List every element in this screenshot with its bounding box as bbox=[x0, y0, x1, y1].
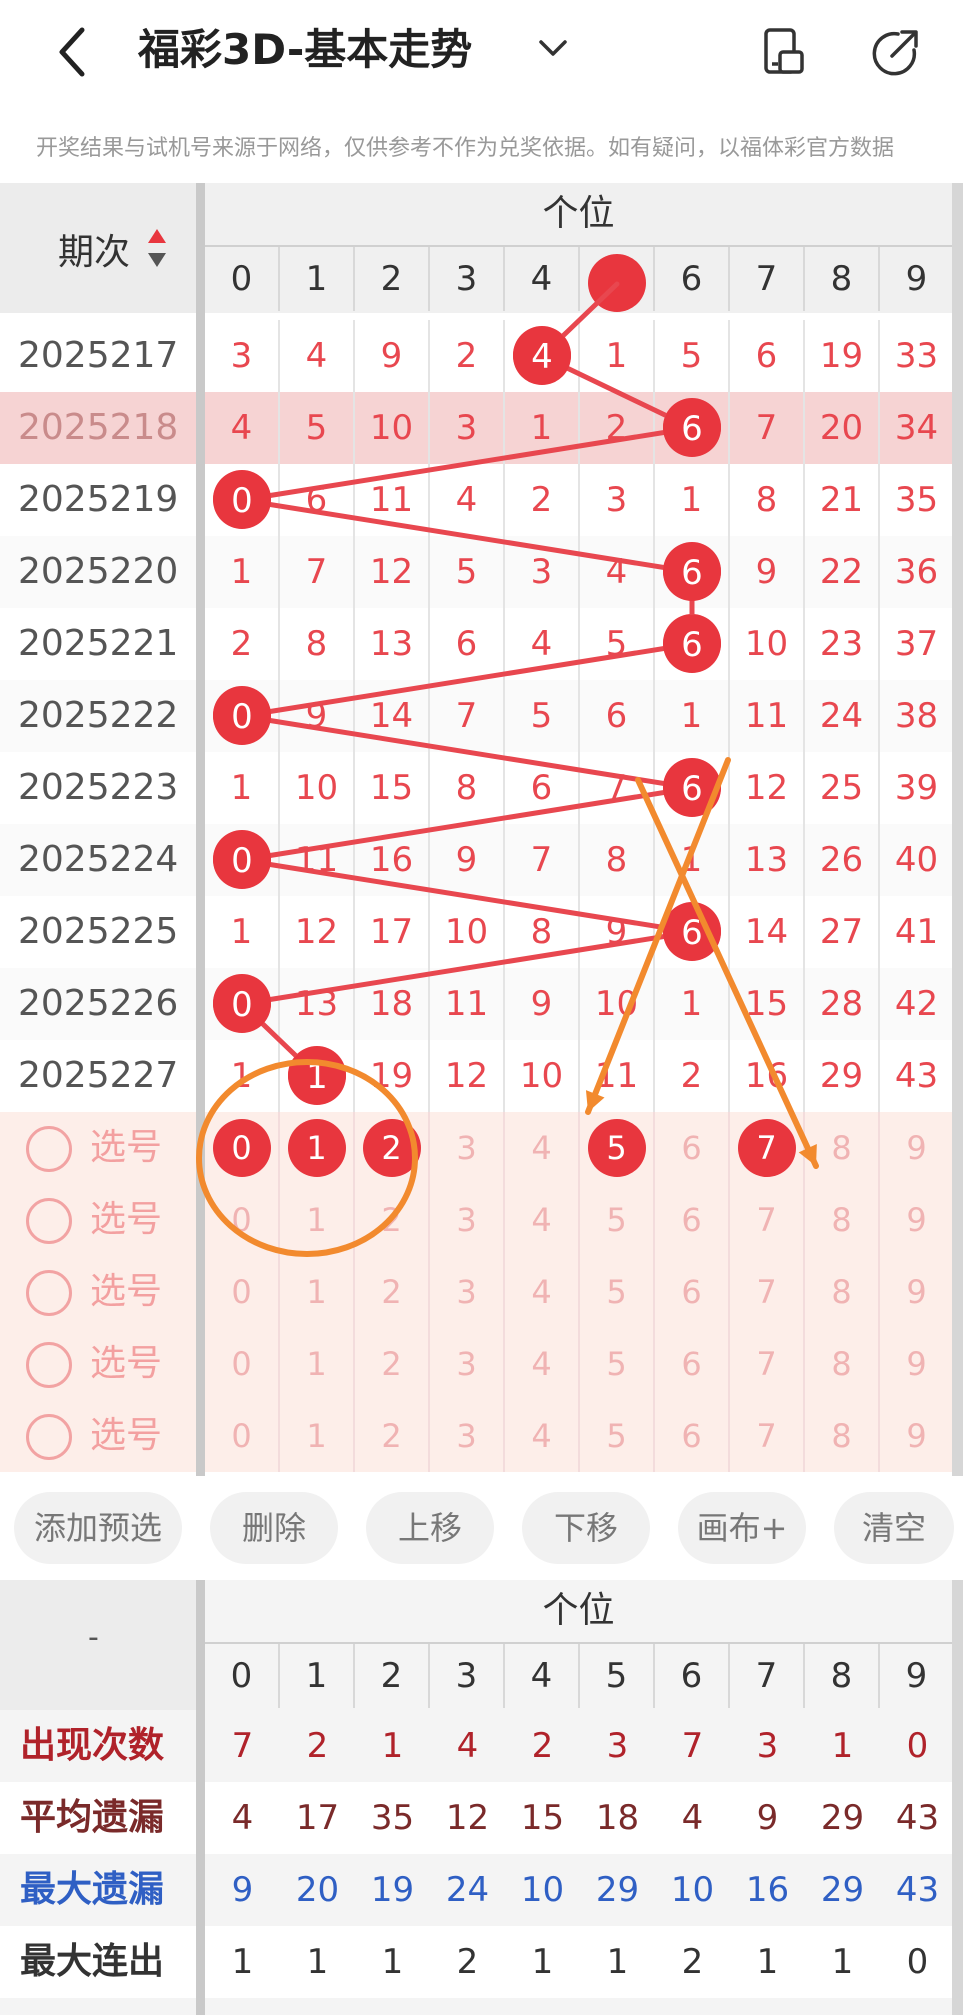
stats-row: 最大连出 1 1 1 2 1 1 2 1 1 0 bbox=[0, 1926, 963, 1998]
stats-label: 平均遗漏 bbox=[20, 1797, 165, 1838]
stats-label: 最大连出 bbox=[20, 1941, 165, 1982]
action-button-1[interactable]: 删除 bbox=[210, 1492, 338, 1564]
column-divider bbox=[196, 1580, 205, 2015]
app-header: 福彩3D-基本走势 bbox=[0, 0, 963, 110]
stats-digit-3: 3 bbox=[430, 1644, 505, 1708]
disclaimer-text: 开奖结果与试机号来源于网络，仅供参考不作为兑奖依据。如有疑问，以福体彩官方数据 bbox=[36, 136, 895, 161]
stats-cell: 0 bbox=[906, 1726, 929, 1766]
stats-cell: 29 bbox=[595, 1870, 640, 1910]
stats-cell: 7 bbox=[681, 1726, 704, 1766]
stats-cell: 16 bbox=[745, 1870, 790, 1910]
stats-cell: 20 bbox=[295, 1870, 340, 1910]
trend-line bbox=[239, 857, 695, 935]
trend-line bbox=[239, 425, 695, 503]
stats-cell: 2 bbox=[306, 1726, 329, 1766]
stats-cell: 1 bbox=[381, 1726, 404, 1766]
stats-row: 平均遗漏 4 17 35 12 15 18 4 9 29 43 bbox=[0, 1782, 963, 1854]
stats-cell: 18 bbox=[595, 1798, 640, 1838]
trend-line bbox=[239, 713, 695, 791]
stats-cell: 35 bbox=[370, 1798, 415, 1838]
stats-corner-label: - bbox=[88, 1620, 99, 1655]
stats-cell: 15 bbox=[520, 1798, 565, 1838]
dropdown-chevron-icon[interactable] bbox=[535, 30, 571, 66]
hit-number-overlay: 6 bbox=[681, 769, 703, 809]
stats-cell: 1 bbox=[831, 1942, 854, 1982]
stats-cell: 12 bbox=[445, 1798, 490, 1838]
stats-cell: 9 bbox=[756, 1798, 779, 1838]
trend-line bbox=[239, 497, 695, 575]
stats-cell: 3 bbox=[756, 1726, 779, 1766]
stats-cell: 19 bbox=[370, 1870, 415, 1910]
stats-digit-7: 7 bbox=[730, 1644, 805, 1708]
device-icon[interactable] bbox=[760, 26, 808, 78]
hit-number-overlay: 0 bbox=[231, 841, 253, 881]
hit-number-overlay: 6 bbox=[681, 625, 703, 665]
stats-cell: 10 bbox=[520, 1870, 565, 1910]
stats-cell: 3 bbox=[606, 1726, 629, 1766]
back-chevron-icon[interactable] bbox=[50, 22, 100, 82]
stats-table: - 个位 0123456789 出现次数 7 2 1 4 2 3 7 3 1 0 平均遗漏 4 17 35 1… bbox=[0, 1580, 963, 2015]
stats-digit-8: 8 bbox=[805, 1644, 880, 1708]
scrollbar-track[interactable] bbox=[952, 1580, 963, 2015]
stats-cell: 4 bbox=[456, 1726, 479, 1766]
stats-cell: 2 bbox=[531, 1726, 554, 1766]
hit-number-overlay: 0 bbox=[231, 481, 253, 521]
stats-cell: 2 bbox=[681, 1942, 704, 1982]
trend-line bbox=[239, 641, 695, 719]
action-button-3[interactable]: 下移 bbox=[522, 1492, 650, 1564]
stats-cell: 1 bbox=[381, 1942, 404, 1982]
stats-cell: 1 bbox=[831, 1726, 854, 1766]
stats-cell: 4 bbox=[231, 1798, 254, 1838]
stats-digit-4: 4 bbox=[505, 1644, 580, 1708]
stats-row: 出现次数 7 2 1 4 2 3 7 3 1 0 bbox=[0, 1710, 963, 1782]
stats-cell: 7 bbox=[231, 1726, 254, 1766]
stats-cell: 2 bbox=[456, 1942, 479, 1982]
stats-digit-0: 0 bbox=[205, 1644, 280, 1708]
stats-cell: 29 bbox=[820, 1870, 865, 1910]
stats-digit-9: 9 bbox=[880, 1644, 955, 1708]
page-title: 福彩3D-基本走势 bbox=[138, 25, 473, 74]
stats-cell: 10 bbox=[670, 1870, 715, 1910]
stats-digit-2: 2 bbox=[355, 1644, 430, 1708]
trend-lines-overlay: 46066060601 bbox=[196, 254, 819, 1257]
trend-line bbox=[239, 785, 695, 863]
stats-cell: 43 bbox=[895, 1798, 940, 1838]
stats-row: 最大遗漏 9 20 19 24 10 29 10 16 29 43 bbox=[0, 1854, 963, 1926]
trend-line bbox=[239, 929, 695, 1007]
hit-number-overlay: 6 bbox=[681, 553, 703, 593]
stats-cell: 1 bbox=[306, 1942, 329, 1982]
stats-cell: 1 bbox=[531, 1942, 554, 1982]
action-button-5[interactable]: 清空 bbox=[834, 1492, 954, 1564]
stats-label: 出现次数 bbox=[20, 1725, 165, 1766]
hit-number-overlay: 0 bbox=[231, 697, 253, 737]
stats-cell: 24 bbox=[445, 1870, 490, 1910]
stats-group-header: 个位 bbox=[205, 1580, 952, 1644]
stats-cell: 1 bbox=[756, 1942, 779, 1982]
action-bar: 添加预选 删除 上移 下移 画布+ 清空 bbox=[0, 1476, 963, 1580]
stats-label: 最大遗漏 bbox=[20, 1869, 165, 1910]
hit-number-overlay: 6 bbox=[681, 409, 703, 449]
stats-cell: 1 bbox=[606, 1942, 629, 1982]
action-button-4[interactable]: 画布+ bbox=[678, 1492, 806, 1564]
stats-digit-5: 5 bbox=[580, 1644, 655, 1708]
annotation-arrow bbox=[635, 777, 819, 1169]
action-button-0[interactable]: 添加预选 bbox=[14, 1492, 182, 1564]
hit-number-overlay: 0 bbox=[231, 985, 253, 1025]
stats-digit-6: 6 bbox=[655, 1644, 730, 1708]
trend-table: 期次 个位 0123456789 20252173492415619332025… bbox=[0, 183, 963, 1476]
stats-cell: 17 bbox=[295, 1798, 340, 1838]
action-button-2[interactable]: 上移 bbox=[366, 1492, 494, 1564]
stats-cell: 1 bbox=[231, 1942, 254, 1982]
stats-cell: 9 bbox=[231, 1870, 254, 1910]
stats-digit-1: 1 bbox=[280, 1644, 355, 1708]
stats-corner: - bbox=[0, 1580, 196, 1710]
stats-cell: 0 bbox=[906, 1942, 929, 1982]
stats-cell: 29 bbox=[820, 1798, 865, 1838]
share-icon[interactable] bbox=[870, 26, 920, 78]
hit-number-overlay: 4 bbox=[531, 337, 553, 377]
stats-cell: 43 bbox=[895, 1870, 940, 1910]
stats-cell: 4 bbox=[681, 1798, 704, 1838]
